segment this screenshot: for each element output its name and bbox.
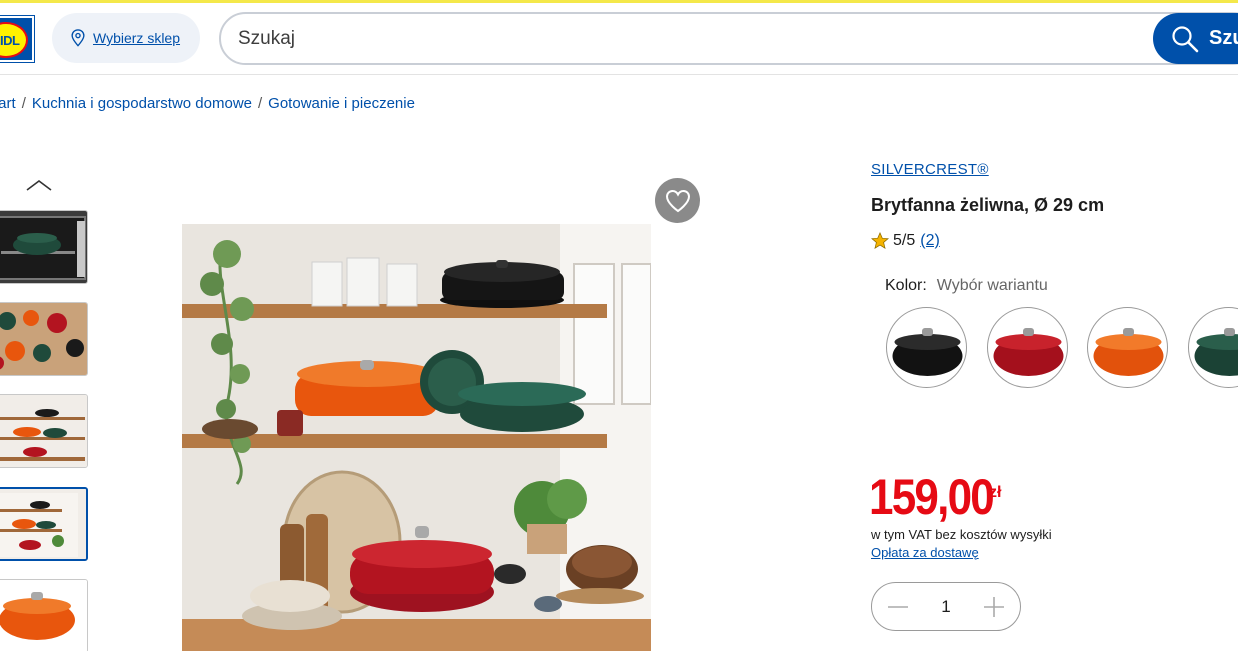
add-to-wishlist-button[interactable] [655, 178, 700, 223]
breadcrumb: tart / Kuchnia i gospodarstwo domowe / Gotow… [0, 95, 415, 112]
color-swatch-red[interactable] [987, 307, 1068, 388]
site-header: LIDL Wybierz sklep Szu [0, 3, 1238, 75]
thumbnail-pots-top-view[interactable] [0, 302, 88, 376]
red-pot-swatch-image [993, 328, 1064, 376]
rating-value: 5/5 [893, 232, 916, 249]
search-bar: Szu [219, 12, 1238, 65]
vat-info: w tym VAT bez kosztów wysyłki [871, 527, 1052, 542]
quantity-decrease-button[interactable] [886, 595, 910, 619]
main-product-image[interactable] [182, 224, 651, 651]
star-icon [871, 232, 889, 249]
logo-circle: LIDL [0, 22, 28, 58]
select-store-button[interactable]: Wybierz sklep [52, 13, 200, 63]
breadcrumb-separator: / [21, 95, 26, 112]
select-store-label: Wybierz sklep [93, 30, 181, 46]
thumbnail-orange-pot[interactable] [0, 579, 88, 651]
search-input[interactable] [238, 26, 1118, 52]
black-pot-swatch-image [892, 328, 963, 376]
quantity-value[interactable]: 1 [941, 597, 950, 617]
color-selector-label: Kolor: Wybór wariantu [885, 277, 1048, 295]
breadcrumb-separator: / [258, 95, 263, 112]
rating-count-link[interactable]: (2) [920, 232, 940, 250]
quantity-increase-button[interactable] [982, 595, 1006, 619]
breadcrumb-kitchen[interactable]: Kuchnia i gospodarstwo domowe [32, 95, 252, 112]
shelves-thumbnail-image [0, 395, 87, 467]
color-value: Wybór wariantu [936, 277, 1048, 294]
breadcrumb-start[interactable]: tart [0, 95, 16, 112]
heart-icon [665, 189, 690, 212]
thumbnail-shelves-selected[interactable] [0, 487, 88, 561]
brand-link[interactable]: SILVERCREST® [871, 161, 989, 178]
color-swatch-black[interactable] [886, 307, 967, 388]
lidl-logo[interactable]: LIDL [0, 15, 35, 63]
price-amount: 159,00 [869, 469, 995, 525]
rating: 5/5 (2) [871, 232, 940, 250]
shelves-scene-image [182, 224, 651, 651]
search-button[interactable]: Szu [1153, 13, 1238, 64]
search-button-label: Szu [1209, 27, 1238, 49]
location-pin-icon [71, 29, 85, 47]
quantity-stepper: 1 [871, 582, 1021, 631]
delivery-cost-link[interactable]: Opłata za dostawę [871, 545, 979, 560]
breadcrumb-cooking[interactable]: Gotowanie i pieczenie [268, 95, 415, 112]
thumbnails-scroll-up-icon[interactable] [25, 176, 53, 194]
thumbnail-shelves[interactable] [0, 394, 88, 468]
pots-top-view-image [0, 303, 87, 375]
shelves-selected-thumbnail-image [0, 489, 86, 559]
oven-thumbnail-image [0, 211, 87, 283]
plus-icon [984, 596, 1004, 617]
orange-pot-swatch-image [1093, 328, 1164, 376]
logo-text: LIDL [0, 32, 20, 48]
orange-pot-thumbnail-image [0, 580, 87, 651]
minus-icon [888, 605, 908, 608]
price-currency: zł [989, 484, 1002, 501]
color-swatch-orange[interactable] [1087, 307, 1168, 388]
color-label: Kolor: [885, 277, 927, 294]
color-swatch-green[interactable] [1188, 307, 1238, 388]
green-pot-swatch-image [1194, 328, 1238, 376]
thumbnail-oven[interactable] [0, 210, 88, 284]
price: 159,00 zł [869, 468, 1010, 526]
search-icon [1172, 25, 1199, 52]
product-title: Brytfanna żeliwna, Ø 29 cm [871, 195, 1105, 215]
